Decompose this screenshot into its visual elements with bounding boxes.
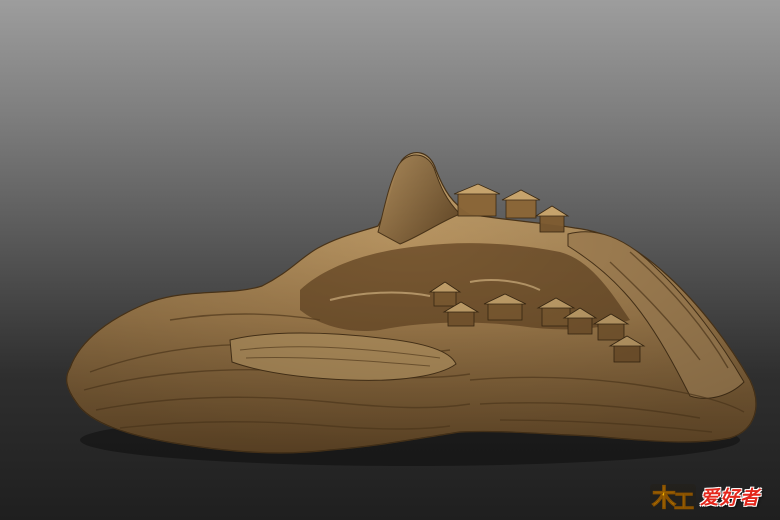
root-carving-photo [66,152,757,466]
watermark-logo: 木 工 爱好者 [648,478,770,514]
logo-mark-sub-char: 工 [674,489,694,513]
watermark-text: 爱好者 [700,486,761,509]
woodworking-logo-icon: 木 工 [650,484,696,513]
photo-scene: 木 工 爱好者 [0,0,780,520]
